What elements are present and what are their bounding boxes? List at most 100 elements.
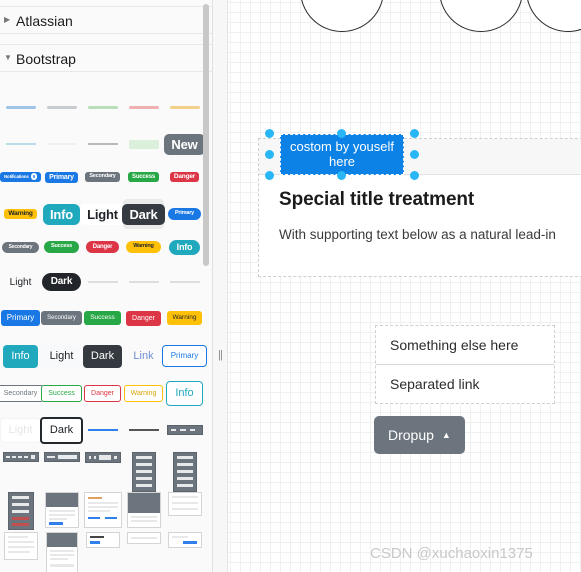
shape-item-badge-secondary[interactable]: Secondary: [82, 172, 123, 182]
shape-item-form-button[interactable]: [164, 532, 205, 548]
shape-item-button-link[interactable]: Link: [123, 345, 164, 368]
resize-handle-n[interactable]: [337, 129, 346, 138]
shape-item-divider[interactable]: [123, 105, 164, 109]
shape-item-pill-danger[interactable]: Danger: [82, 241, 123, 253]
shape-item-divider[interactable]: [41, 143, 82, 145]
shape-item-divider[interactable]: [0, 105, 41, 109]
shape-item-outline-light[interactable]: Light: [0, 417, 42, 443]
palette-row: Secondary Success Danger Warning Info: [0, 379, 205, 407]
shape-item-pill-secondary[interactable]: Secondary: [0, 241, 41, 253]
sidebar-section-label: Bootstrap: [16, 51, 76, 67]
shape-item-badge-new[interactable]: New: [164, 133, 205, 155]
shape-item-divider[interactable]: [82, 281, 123, 283]
splitter-grip-icon: ||: [218, 349, 223, 361]
shape-item-badge-notifications[interactable]: Notifications 9: [0, 171, 42, 183]
sidebar-section-label: Atlassian: [16, 13, 73, 29]
shape-item-card-header[interactable]: [123, 492, 164, 528]
shape-item-badge-success[interactable]: Success: [123, 172, 164, 182]
shape-item-divider[interactable]: [41, 105, 82, 109]
shape-item-list-group-dark[interactable]: [123, 452, 164, 492]
resize-handle-w[interactable]: [265, 150, 274, 159]
dropup-button[interactable]: Dropup ▲: [374, 416, 465, 454]
shape-item-card-image[interactable]: [41, 492, 82, 528]
shape-item-badge-primary[interactable]: Primary: [41, 171, 82, 183]
shape-item-divider[interactable]: [0, 143, 41, 145]
selected-custom-shape[interactable]: costom by youself here: [280, 134, 404, 175]
resize-handle-s[interactable]: [337, 171, 346, 180]
shape-item-pill-warning[interactable]: Warning: [123, 241, 164, 253]
shape-item-divider[interactable]: [164, 281, 205, 283]
shape-item-button-danger[interactable]: Danger: [123, 310, 164, 326]
palette-row: [0, 532, 205, 572]
shape-item-divider[interactable]: [82, 143, 123, 145]
shape-item-pill-info[interactable]: Info: [164, 239, 205, 255]
shape-item-outline-warning[interactable]: Warning: [123, 384, 164, 402]
shape-item-form-input[interactable]: [82, 532, 123, 548]
diagram-canvas[interactable]: Featured Special title treatment With su…: [228, 0, 581, 572]
shape-item-alert[interactable]: [123, 139, 164, 149]
shape-item-pill-dark[interactable]: Dark: [41, 273, 82, 291]
shape-item-form-list[interactable]: [0, 532, 41, 560]
ellipse-shape[interactable]: [439, 0, 523, 32]
resize-handle-ne[interactable]: [410, 129, 419, 138]
sidebar-scrollbar[interactable]: [203, 4, 209, 266]
list-item[interactable]: Something else here: [376, 326, 554, 365]
shape-item-button-info[interactable]: Info: [0, 344, 41, 368]
shape-item-navbar-search[interactable]: [41, 452, 82, 462]
shape-item-form-bar[interactable]: [123, 532, 164, 544]
shape-item-divider[interactable]: [164, 105, 205, 109]
shape-item-card-full[interactable]: [41, 532, 82, 572]
shape-item-button-secondary[interactable]: Secondary: [41, 311, 82, 325]
shape-item-navbar-brand[interactable]: [82, 452, 123, 463]
shape-item-badge-warning[interactable]: Warning: [0, 208, 41, 220]
shape-item-button-light[interactable]: Light: [41, 344, 82, 368]
shape-item-badge-danger[interactable]: Danger: [164, 171, 205, 183]
shape-item-button-primary[interactable]: Primary: [0, 310, 41, 326]
sidebar-section-atlassian[interactable]: ▶ Atlassian: [0, 6, 212, 34]
palette-row: Primary Secondary Success Danger Warning: [0, 306, 205, 330]
resize-handle-sw[interactable]: [265, 171, 274, 180]
resize-handle-se[interactable]: [410, 171, 419, 180]
shape-item-divider[interactable]: [123, 281, 164, 283]
shape-item-outline-dark[interactable]: Dark: [39, 416, 84, 444]
shape-item-list-dark[interactable]: [0, 492, 41, 530]
resize-handle-e[interactable]: [410, 150, 419, 159]
palette-row: Warning Info Light Dark Primary: [0, 199, 205, 229]
shape-item-card-list[interactable]: [164, 492, 205, 516]
shape-item-outline-danger[interactable]: Danger: [82, 384, 123, 402]
sidebar-section-bootstrap[interactable]: ▼ Bootstrap: [0, 44, 212, 72]
triangle-down-icon: ▼: [4, 53, 12, 62]
shape-item-button-outline-primary[interactable]: Primary: [161, 345, 208, 367]
shape-item-outline-secondary[interactable]: Secondary: [0, 384, 45, 402]
shape-item-button-success[interactable]: Success: [82, 310, 123, 326]
resize-handle-nw[interactable]: [265, 129, 274, 138]
ellipse-shape[interactable]: [300, 0, 384, 32]
shape-item-badge-dark[interactable]: Dark: [122, 199, 165, 229]
palette-row: Notifications 9 Primary Secondary Succes…: [0, 166, 205, 188]
shape-item-divider-blue[interactable]: [82, 429, 123, 431]
shape-item-badge-info[interactable]: Info: [41, 203, 82, 225]
shape-item-navbar-light[interactable]: [0, 452, 41, 462]
shape-item-pill-light[interactable]: Light: [0, 277, 41, 288]
shape-item-navbar[interactable]: [164, 425, 205, 435]
shape-item-badge-light[interactable]: Light: [80, 203, 125, 225]
card-body: Special title treatment With supporting …: [259, 175, 581, 276]
palette-row: [0, 452, 205, 492]
list-group[interactable]: Something else here Separated link: [375, 325, 555, 404]
palette-row: [0, 96, 205, 118]
ellipse-shape[interactable]: [526, 0, 581, 32]
shape-item-button-warning[interactable]: Warning: [164, 310, 205, 326]
shape-item-list-group-dark-2[interactable]: [164, 452, 205, 492]
shape-item-badge-primary-pill[interactable]: Primary: [164, 208, 205, 220]
shape-item-divider[interactable]: [82, 105, 123, 109]
shape-item-pill-success[interactable]: Success: [41, 241, 82, 253]
shape-item-card-text[interactable]: [82, 492, 123, 528]
shape-item-button-dark[interactable]: Dark: [82, 344, 123, 368]
shape-item-outline-success[interactable]: Success: [41, 384, 82, 402]
shape-item-divider-dark[interactable]: [123, 429, 164, 431]
triangle-right-icon: ▶: [4, 15, 11, 24]
list-item[interactable]: Separated link: [376, 365, 554, 403]
sidebar-splitter[interactable]: ||: [213, 0, 228, 572]
palette-row: Secondary Success Danger Warning Info: [0, 236, 205, 258]
shape-item-outline-info[interactable]: Info: [164, 380, 205, 406]
